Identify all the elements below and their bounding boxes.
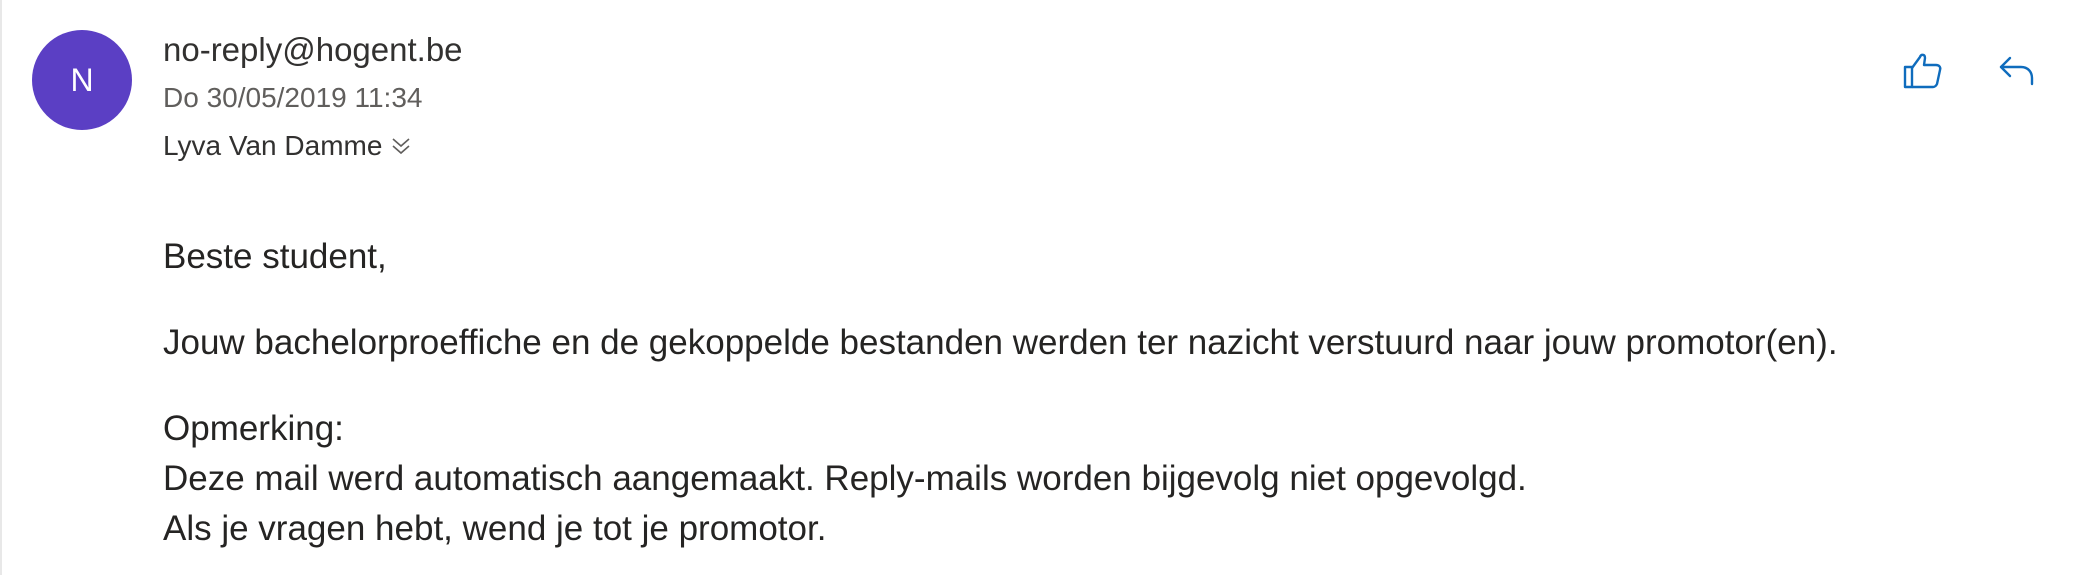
sender-avatar[interactable]: N xyxy=(32,30,132,130)
reply-icon xyxy=(1997,51,2037,96)
body-main: Jouw bachelorproeffiche en de gekoppelde… xyxy=(163,323,1838,362)
thumbs-up-icon xyxy=(1901,49,1945,98)
message-header: no-reply@hogent.be Do 30/05/2019 11:34 L… xyxy=(163,28,463,166)
like-button[interactable] xyxy=(1900,50,1946,96)
recipient-name[interactable]: Lyva Van Damme xyxy=(163,126,382,166)
body-note-line1: Deze mail werd automatisch aangemaakt. R… xyxy=(163,459,1527,498)
pane-border xyxy=(0,0,2,575)
body-note-line2: Als je vragen hebt, wend je tot je promo… xyxy=(163,509,827,548)
message-actions xyxy=(1900,50,2040,96)
recipient-row: Lyva Van Damme xyxy=(163,126,463,166)
body-note-heading: Opmerking: xyxy=(163,409,344,448)
reply-button[interactable] xyxy=(1994,50,2040,96)
message-date: Do 30/05/2019 11:34 xyxy=(163,82,423,113)
body-greeting: Beste student, xyxy=(163,237,387,276)
avatar-initial: N xyxy=(70,61,94,98)
message-body: Beste student, Jouw bachelorproeffiche e… xyxy=(163,232,1838,554)
sender-address[interactable]: no-reply@hogent.be xyxy=(163,28,463,72)
expand-recipients-icon[interactable] xyxy=(390,135,412,157)
